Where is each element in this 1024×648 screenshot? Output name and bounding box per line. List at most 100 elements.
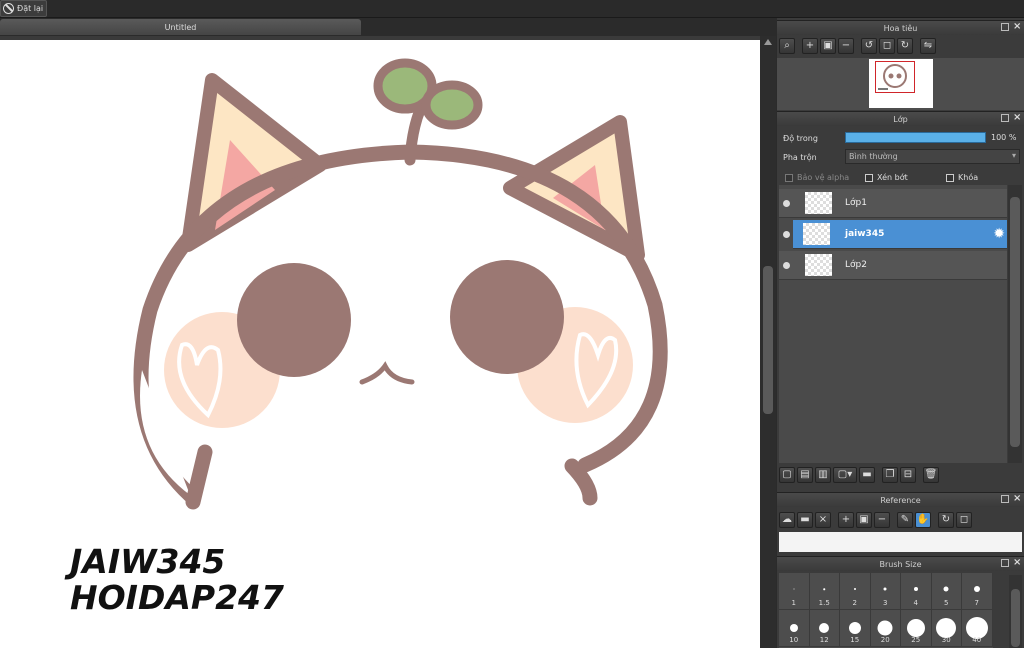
navigator-view-rect[interactable] [875, 61, 915, 93]
clipping-checkbox[interactable]: Xén bớt [865, 173, 908, 182]
scroll-up-icon[interactable] [764, 39, 772, 45]
lock-label: Khóa [958, 173, 979, 182]
brush-size-cell[interactable]: 2 [840, 573, 871, 610]
layer-list-scrollbar[interactable] [1008, 185, 1022, 463]
checkbox-box [785, 173, 793, 182]
zoom-out-icon[interactable]: − [874, 512, 890, 528]
zoom-in-icon[interactable]: + [838, 512, 854, 528]
navigator-header: Hoa tiêu × [777, 20, 1024, 35]
rotate-left-icon[interactable]: ↺ [861, 38, 877, 54]
brush-size-cell[interactable]: 25 [901, 610, 932, 647]
brush-size-label: 40 [972, 636, 982, 644]
zoom-out-icon[interactable]: − [838, 38, 854, 54]
scrollbar-thumb[interactable] [1011, 589, 1020, 647]
fit-icon[interactable]: ▣ [820, 38, 836, 54]
checkbox-box [946, 173, 954, 182]
visibility-icon[interactable] [783, 262, 790, 269]
rotate-right-icon[interactable]: ↻ [897, 38, 913, 54]
brush-size-cell[interactable]: 4 [901, 573, 932, 610]
close-icon[interactable]: × [1013, 494, 1021, 504]
flip-icon[interactable]: ⇋ [920, 38, 936, 54]
reset-view-icon[interactable]: ◻ [879, 38, 895, 54]
popout-icon[interactable] [1001, 559, 1009, 567]
popout-icon[interactable] [1001, 114, 1009, 122]
protect-alpha-label: Bảo vệ alpha [797, 173, 850, 182]
reset-icon [3, 3, 14, 14]
brush-size-label: 2 [852, 599, 857, 607]
close-icon[interactable]: × [1013, 113, 1021, 123]
brush-size-scrollbar[interactable] [1009, 575, 1022, 648]
layers-title: Lớp [893, 114, 908, 124]
brush-size-cell[interactable]: 5 [931, 573, 962, 610]
scrollbar-thumb[interactable] [763, 266, 773, 414]
close-icon[interactable]: × [1013, 22, 1021, 32]
navigator-toolbar: ⌕ + ▣ − ↺ ◻ ↻ ⇋ [779, 38, 936, 56]
lock-checkbox[interactable]: Khóa [946, 173, 978, 182]
brush-size-label: 1 [791, 599, 796, 607]
brush-size-cell[interactable]: 1.5 [809, 573, 840, 610]
close-icon[interactable]: × [1013, 558, 1021, 568]
brush-size-cell[interactable]: 10 [779, 610, 810, 647]
brush-size-cell[interactable]: 3 [870, 573, 901, 610]
protect-alpha-checkbox[interactable]: Bảo vệ alpha [785, 173, 849, 182]
eyedropper-icon[interactable]: ✎ [897, 512, 913, 528]
brush-size-label: 15 [850, 636, 860, 644]
brush-size-label: 30 [941, 636, 951, 644]
brush-size-label: 3 [883, 599, 888, 607]
visibility-icon[interactable] [783, 200, 790, 207]
brush-size-title: Brush Size [879, 559, 922, 569]
reference-title: Reference [880, 495, 921, 505]
add-layer-dropdown-icon[interactable]: ▢▾ [833, 467, 857, 483]
navigator-preview[interactable] [777, 58, 1024, 110]
layer-row-selected[interactable]: jaiw345 ✹ [793, 220, 1007, 249]
reset-label: Đặt lại [17, 4, 44, 13]
new-halftone-layer-icon[interactable]: ▤ [797, 467, 813, 483]
hand-icon[interactable]: ✋ [915, 512, 931, 528]
open-folder-icon[interactable]: ▬ [797, 512, 813, 528]
merge-layer-icon[interactable]: ⊟ [900, 467, 916, 483]
rotate-icon[interactable]: ↻ [938, 512, 954, 528]
zoom-icon[interactable]: ⌕ [779, 38, 795, 54]
brush-size-cell[interactable]: 15 [840, 610, 871, 647]
brush-size-cell[interactable]: 30 [931, 610, 962, 647]
duplicate-layer-icon[interactable]: ❐ [882, 467, 898, 483]
brush-size-cell[interactable]: 12 [809, 610, 840, 647]
new-layer-icon[interactable]: ▢ [779, 467, 795, 483]
brush-size-cell[interactable]: 7 [962, 573, 993, 610]
reference-view[interactable] [779, 532, 1022, 552]
opacity-slider[interactable] [845, 132, 986, 143]
gear-icon[interactable]: ✹ [993, 226, 1005, 242]
brush-size-label: 7 [974, 599, 979, 607]
brush-size-label: 25 [911, 636, 921, 644]
folder-icon[interactable]: ▬ [859, 467, 875, 483]
layer-list: Lớp1 jaiw345 ✹ Lớp2 [779, 185, 1007, 463]
brush-size-cell[interactable]: 1 [779, 573, 810, 610]
visibility-icon[interactable] [783, 231, 790, 238]
layer-thumbnail [805, 254, 832, 276]
close-reference-icon[interactable]: × [815, 512, 831, 528]
caption-line-2: HOIDAP247 [70, 578, 284, 617]
canvas-vertical-scrollbar[interactable] [760, 36, 776, 648]
popout-icon[interactable] [1001, 23, 1009, 31]
brush-size-label: 5 [944, 599, 949, 607]
drawing-canvas[interactable]: JAIW345 HOIDAP247 [0, 40, 760, 648]
layer-row[interactable]: Lớp1 [779, 189, 1007, 218]
new-1bit-layer-icon[interactable]: ▥ [815, 467, 831, 483]
brush-size-cell[interactable]: 40 [962, 610, 993, 647]
reset-button[interactable]: Đặt lại [0, 0, 47, 17]
brush-size-label: 1.5 [818, 599, 830, 607]
blend-mode-select[interactable]: Bình thường [845, 149, 1020, 164]
trash-icon[interactable]: 🗑 [923, 467, 939, 483]
fit-icon[interactable]: ▣ [856, 512, 872, 528]
cloud-icon[interactable]: ☁ [779, 512, 795, 528]
navigator-title: Hoa tiêu [883, 23, 918, 33]
reset-view-icon[interactable]: ◻ [956, 512, 972, 528]
zoom-in-icon[interactable]: + [802, 38, 818, 54]
layer-row[interactable]: Lớp2 [779, 251, 1007, 280]
opacity-label: Độ trong [783, 134, 818, 143]
popout-icon[interactable] [1001, 495, 1009, 503]
top-toolbar: Đặt lại [0, 0, 1024, 18]
brush-size-cell[interactable]: 20 [870, 610, 901, 647]
document-tab[interactable]: Untitled [0, 19, 361, 35]
scrollbar-thumb[interactable] [1010, 197, 1020, 447]
